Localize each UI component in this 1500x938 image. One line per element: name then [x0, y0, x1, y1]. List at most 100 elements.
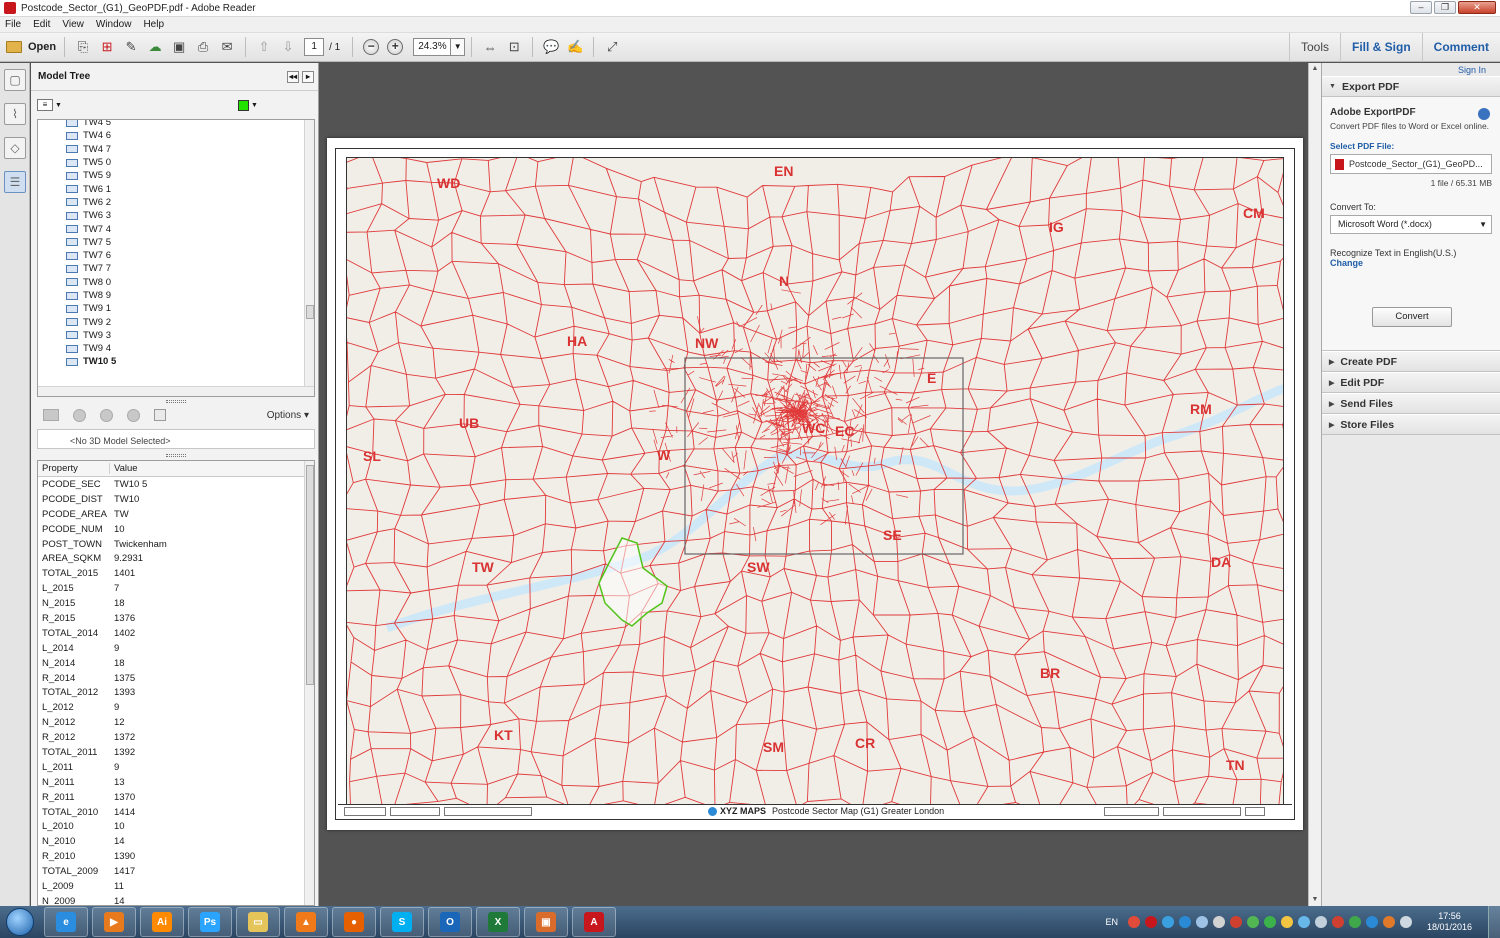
- scroll-down-icon[interactable]: ▼: [1309, 894, 1321, 906]
- menu-edit[interactable]: Edit: [33, 19, 50, 30]
- model-tree-list[interactable]: TW4 5 TW4 6 TW4 7 TW5 0 TW5 9 TW6 1 TW6 2 TW6 3…: [37, 119, 315, 397]
- panel-menu-icon[interactable]: ▸: [302, 70, 314, 83]
- email-icon[interactable]: ✉: [217, 37, 237, 57]
- property-row[interactable]: L_2010 10: [38, 819, 314, 834]
- property-row[interactable]: N_2009 14: [38, 894, 314, 905]
- fit-page-icon[interactable]: ⊡: [504, 37, 524, 57]
- tools-link[interactable]: Tools: [1288, 33, 1340, 62]
- zoom-input[interactable]: 24.3%: [413, 38, 452, 56]
- selected-file-field[interactable]: Postcode_Sector_(G1)_GeoPD...: [1330, 154, 1492, 174]
- open-button[interactable]: Open: [6, 37, 56, 57]
- tree-item[interactable]: TW5 0: [38, 156, 306, 169]
- clock[interactable]: 17:56 18/01/2016: [1427, 911, 1472, 933]
- property-row[interactable]: L_2014 9: [38, 641, 314, 656]
- home-icon[interactable]: [154, 409, 166, 421]
- tree-item[interactable]: TW7 6: [38, 249, 306, 262]
- document-area[interactable]: WD EN IG CM N HA NW E UB WC EC RM SL W SE TW SW DA BR KT SM C…: [320, 63, 1308, 906]
- model-tree-icon[interactable]: ☰: [4, 171, 26, 193]
- property-column-header[interactable]: Property: [38, 463, 110, 474]
- tree-item[interactable]: TW7 7: [38, 262, 306, 275]
- tray-icon[interactable]: [1365, 916, 1378, 928]
- send-files-section[interactable]: ▶ Send Files: [1322, 393, 1500, 414]
- tree-item[interactable]: TW9 2: [38, 315, 306, 328]
- property-row[interactable]: TOTAL_2011 1392: [38, 745, 314, 760]
- info-icon[interactable]: [1478, 108, 1490, 120]
- tray-icon[interactable]: [1297, 916, 1310, 928]
- convert-format-select[interactable]: Microsoft Word (*.docx) ▼: [1330, 215, 1492, 234]
- scroll-thumb[interactable]: [306, 465, 314, 685]
- delete-icon[interactable]: [73, 408, 86, 422]
- menu-help[interactable]: Help: [143, 19, 164, 30]
- chevron-down-icon[interactable]: ▼: [55, 102, 62, 109]
- tree-horizontal-scrollbar[interactable]: [38, 386, 314, 396]
- property-row[interactable]: PCODE_DIST TW10: [38, 492, 314, 507]
- taskbar-media-player[interactable]: ▶: [92, 907, 136, 937]
- property-row[interactable]: TOTAL_2012 1393: [38, 685, 314, 700]
- taskbar-internet-explorer[interactable]: e: [44, 907, 88, 937]
- previous-page-icon[interactable]: ⇧: [254, 37, 274, 57]
- property-row[interactable]: R_2011 1370: [38, 790, 314, 805]
- property-row[interactable]: POST_TOWN Twickenham: [38, 537, 314, 552]
- property-row[interactable]: TOTAL_2010 1414: [38, 805, 314, 820]
- property-row[interactable]: L_2009 11: [38, 879, 314, 894]
- property-row[interactable]: PCODE_NUM 10: [38, 522, 314, 537]
- isolate-icon[interactable]: [43, 409, 59, 421]
- taskbar-firefox[interactable]: ●: [332, 907, 376, 937]
- edit-icon[interactable]: ✎: [121, 37, 141, 57]
- comment-link[interactable]: Comment: [1421, 33, 1500, 62]
- maximize-button[interactable]: ❐: [1434, 1, 1456, 14]
- tray-icon[interactable]: [1246, 916, 1259, 928]
- property-row[interactable]: R_2012 1372: [38, 730, 314, 745]
- save-icon[interactable]: ▣: [169, 37, 189, 57]
- property-row[interactable]: L_2012 9: [38, 700, 314, 715]
- tray-icon[interactable]: [1127, 916, 1140, 928]
- network-icon[interactable]: [1314, 916, 1327, 928]
- tray-icon[interactable]: [1161, 916, 1174, 928]
- property-row[interactable]: N_2014 18: [38, 656, 314, 671]
- tree-item[interactable]: TW8 9: [38, 289, 306, 302]
- show-desktop-button[interactable]: [1488, 906, 1500, 938]
- property-row[interactable]: R_2010 1390: [38, 849, 314, 864]
- menu-view[interactable]: View: [62, 19, 84, 30]
- close-button[interactable]: ✕: [1458, 1, 1496, 14]
- chevron-down-icon[interactable]: ▼: [251, 102, 258, 109]
- postcode-map[interactable]: WD EN IG CM N HA NW E UB WC EC RM SL W SE TW SW DA BR KT SM C…: [346, 157, 1284, 805]
- tree-item[interactable]: TW9 4: [38, 342, 306, 355]
- tree-item[interactable]: TW7 5: [38, 236, 306, 249]
- tree-item[interactable]: TW6 3: [38, 209, 306, 222]
- export-pdf-section[interactable]: ▼ Export PDF: [1322, 76, 1500, 97]
- page-number-input[interactable]: 1: [304, 38, 325, 56]
- tray-icon[interactable]: [1178, 916, 1191, 928]
- tree-item[interactable]: TW7 4: [38, 222, 306, 235]
- create-pdf-icon[interactable]: ⎘: [73, 37, 93, 57]
- create-pdf-section[interactable]: ▶ Create PDF: [1322, 351, 1500, 372]
- property-row[interactable]: TOTAL_2015 1401: [38, 566, 314, 581]
- hide-icon[interactable]: [127, 408, 140, 422]
- menu-file[interactable]: File: [5, 19, 21, 30]
- splitter-handle[interactable]: [37, 453, 315, 459]
- taskbar-powerpoint-or-notes[interactable]: ▣: [524, 907, 568, 937]
- upload-cloud-icon[interactable]: ☁: [145, 37, 165, 57]
- taskbar-adobe-reader[interactable]: A: [572, 907, 616, 937]
- taskbar-excel[interactable]: X: [476, 907, 520, 937]
- tray-icon[interactable]: [1348, 916, 1361, 928]
- property-row[interactable]: N_2015 18: [38, 596, 314, 611]
- edit-pdf-section[interactable]: ▶ Edit PDF: [1322, 372, 1500, 393]
- tray-icon[interactable]: [1382, 916, 1395, 928]
- value-column-header[interactable]: Value: [110, 463, 138, 474]
- taskbar-skype[interactable]: S: [380, 907, 424, 937]
- property-row[interactable]: R_2015 1376: [38, 611, 314, 626]
- tray-icon[interactable]: [1212, 916, 1225, 928]
- property-row[interactable]: AREA_SQKM 9.2931: [38, 551, 314, 566]
- tray-icon[interactable]: [1229, 916, 1242, 928]
- sign-in-link[interactable]: Sign In: [1322, 64, 1500, 76]
- property-row[interactable]: N_2011 13: [38, 775, 314, 790]
- property-row[interactable]: TOTAL_2014 1402: [38, 626, 314, 641]
- store-files-section[interactable]: ▶ Store Files: [1322, 414, 1500, 435]
- taskbar-photoshop[interactable]: Ps: [188, 907, 232, 937]
- change-link[interactable]: Change: [1330, 258, 1492, 268]
- show-icon[interactable]: [100, 408, 113, 422]
- tree-item[interactable]: TW9 3: [38, 329, 306, 342]
- property-row[interactable]: N_2012 12: [38, 715, 314, 730]
- tree-item[interactable]: TW5 9: [38, 169, 306, 182]
